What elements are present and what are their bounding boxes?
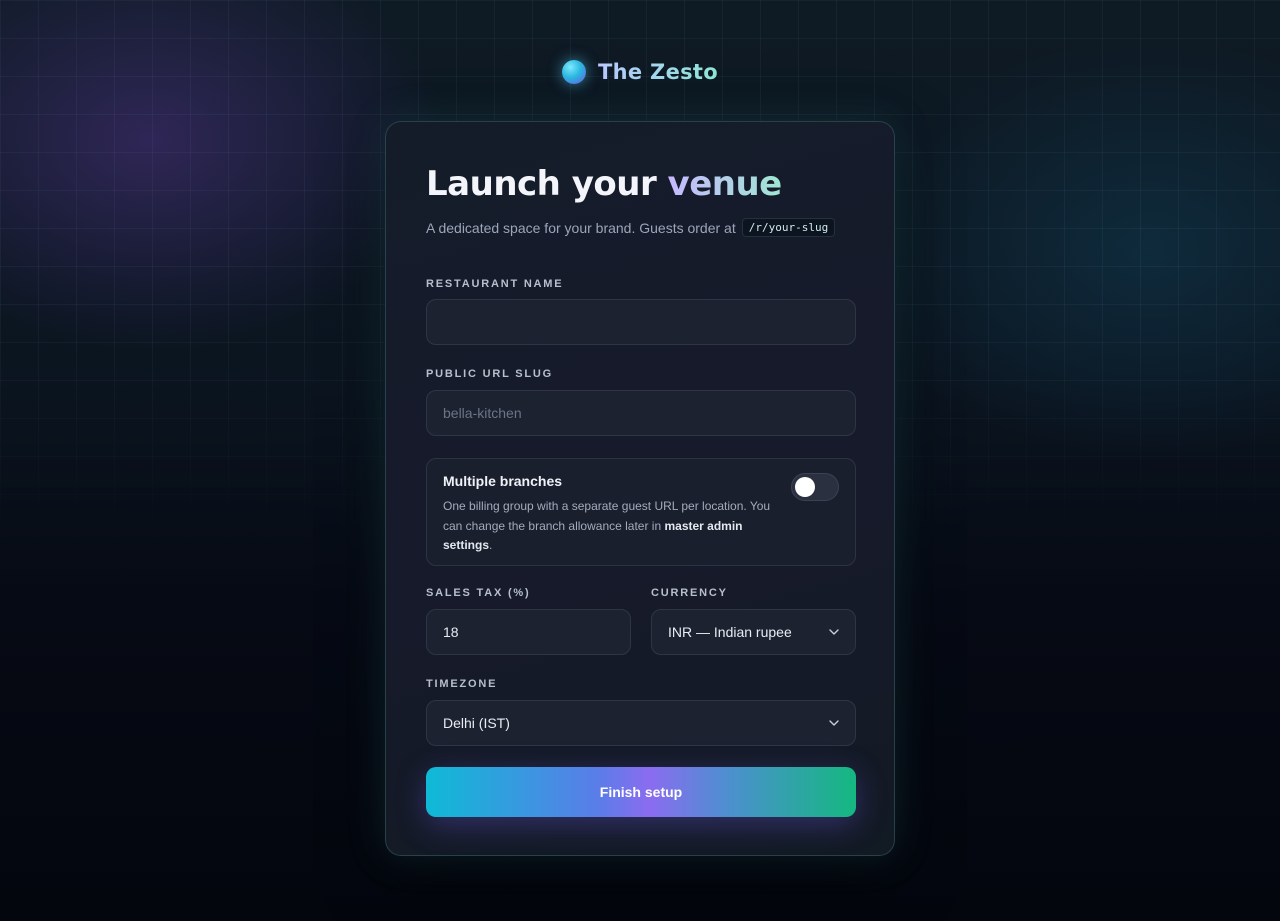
restaurant-name-input[interactable]: [443, 314, 839, 330]
page-title: Launch your venue: [426, 164, 854, 204]
title-accent: venue: [667, 164, 783, 204]
timezone-group: Timezone Delhi (IST): [426, 678, 856, 746]
sales-tax-field[interactable]: 18: [426, 609, 631, 655]
finish-setup-button[interactable]: Finish setup: [426, 767, 856, 817]
page-subtitle: A dedicated space for your brand. Guests…: [426, 218, 854, 237]
sales-tax-label: Sales tax (%): [426, 587, 531, 599]
restaurant-name-group: Restaurant name: [426, 278, 856, 345]
currency-select[interactable]: INR — Indian rupee: [651, 609, 856, 655]
branches-desc-end: .: [489, 538, 493, 552]
brand-logo-orb-icon: [562, 60, 587, 84]
branches-description: One billing group with a separate guest …: [443, 497, 773, 556]
timezone-label: Timezone: [426, 678, 498, 690]
chevron-down-icon: [829, 720, 839, 726]
brand-name: The Zesto: [598, 60, 718, 84]
restaurant-name-label: Restaurant name: [426, 278, 564, 290]
currency-value: INR — Indian rupee: [668, 624, 792, 640]
multiple-branches-panel: Multiple branches One billing group with…: [426, 458, 856, 566]
slug-input[interactable]: [443, 405, 839, 421]
setup-card: Launch your venue A dedicated space for …: [385, 121, 895, 856]
restaurant-name-field[interactable]: [426, 299, 856, 345]
slug-label: Public URL slug: [426, 368, 554, 380]
chevron-down-icon: [829, 629, 839, 635]
currency-group: Currency INR — Indian rupee: [651, 587, 856, 655]
subtitle-text: A dedicated space for your brand. Guests…: [426, 219, 736, 236]
slug-example-code: /r/your-slug: [741, 218, 836, 237]
branches-title: Multiple branches: [443, 473, 563, 489]
sales-tax-value: 18: [443, 624, 459, 640]
slug-field[interactable]: [426, 390, 856, 436]
toggle-knob: [795, 477, 815, 497]
brand-header: The Zesto: [0, 60, 1280, 84]
timezone-select[interactable]: Delhi (IST): [426, 700, 856, 746]
currency-label: Currency: [651, 587, 728, 599]
multiple-branches-toggle[interactable]: [791, 473, 839, 501]
title-main: Launch your: [426, 164, 668, 204]
sales-tax-group: Sales tax (%) 18: [426, 587, 631, 655]
slug-group: Public URL slug: [426, 368, 856, 436]
timezone-value: Delhi (IST): [443, 715, 510, 731]
